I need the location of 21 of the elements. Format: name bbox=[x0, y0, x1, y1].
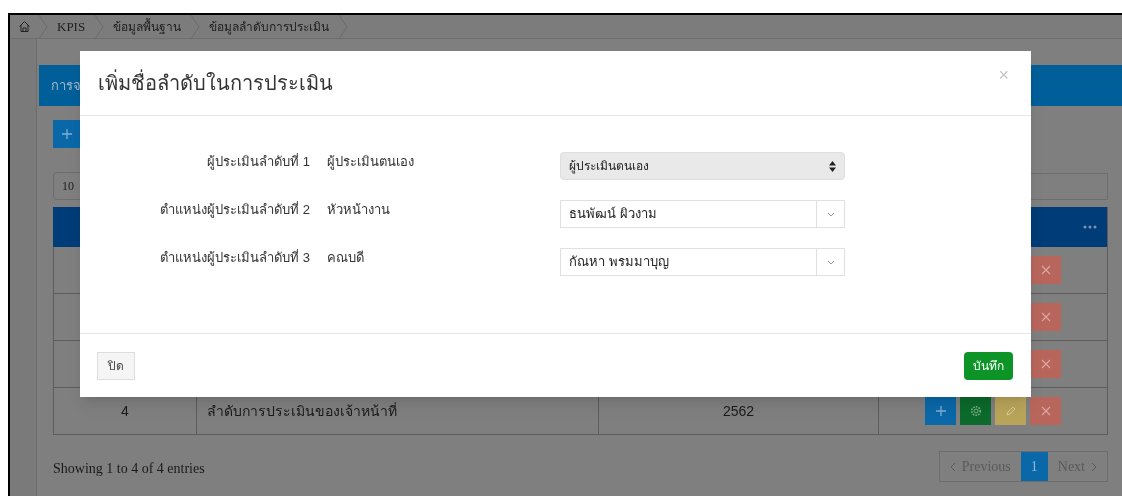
select-field[interactable]: ผู้ประเมินตนเอง bbox=[560, 152, 845, 180]
modal-title: เพิ่มชื่อลำดับในการประเมิน bbox=[98, 68, 333, 98]
save-button[interactable]: บันทึก bbox=[964, 351, 1013, 380]
table-cell-text: 2562 bbox=[722, 401, 755, 421]
field-label: ตำแหน่งผู้ประเมินลำดับที่ 2 bbox=[159, 200, 310, 220]
table-cell-text: 4 bbox=[121, 401, 129, 421]
select-field[interactable]: กัณหา พรมมาบุญ bbox=[560, 248, 845, 276]
close-button[interactable]: ปิด bbox=[97, 351, 135, 380]
breadcrumb-link[interactable]: KPIS bbox=[48, 16, 95, 37]
table-cell-text: ลำดับการประเมินของเจ้าหน้าที่ bbox=[207, 401, 397, 421]
select-field[interactable]: ธนพัฒน์ ผิวงาม bbox=[560, 200, 845, 228]
pagination-button[interactable]: 1 bbox=[1020, 452, 1048, 481]
breadcrumb-link[interactable]: ข้อมูลลำดับการประเมิน bbox=[200, 17, 339, 36]
role-text: ผู้ประเมินตนเอง bbox=[327, 153, 415, 172]
field-label: ตำแหน่งผู้ประเมินลำดับที่ 3 bbox=[159, 248, 310, 268]
breadcrumb-link[interactable]: ข้อมูลพื้นฐาน bbox=[104, 17, 191, 36]
panel-title: การจ bbox=[51, 76, 81, 95]
role-text: คณบดี bbox=[327, 249, 365, 268]
entries-info: Showing 1 to 4 of 4 entries bbox=[53, 460, 205, 478]
role-text: หัวหน้างาน bbox=[327, 201, 391, 220]
field-label: ผู้ประเมินลำดับที่ 1 bbox=[206, 152, 310, 172]
